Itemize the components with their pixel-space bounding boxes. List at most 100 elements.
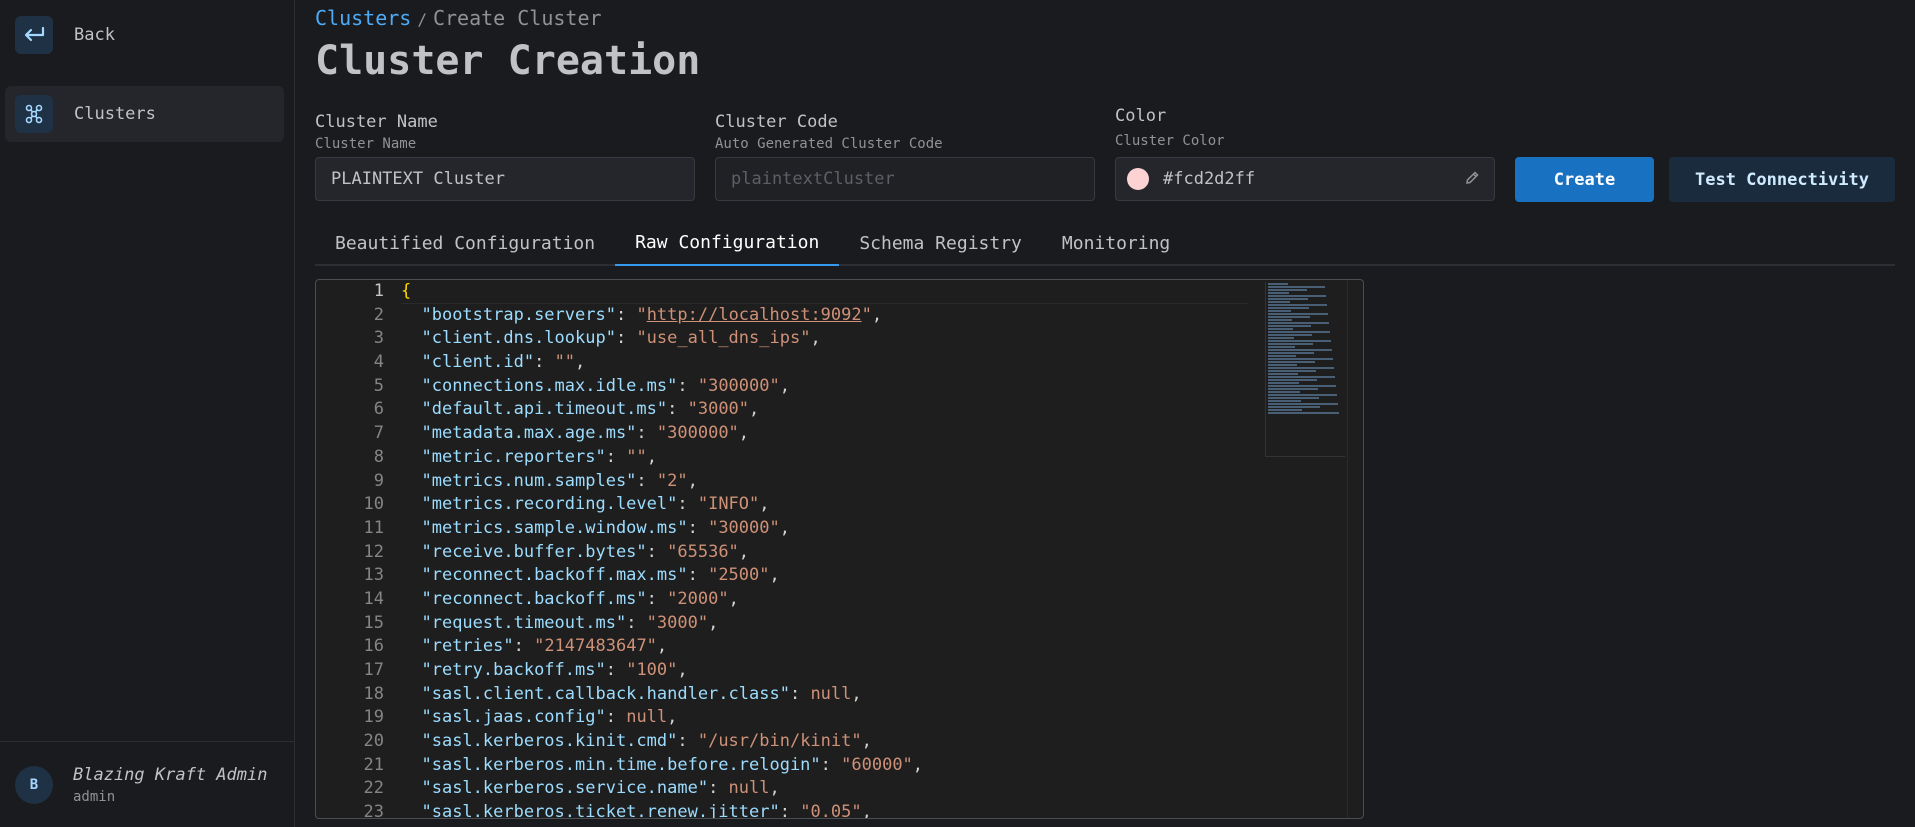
return-arrow-icon xyxy=(15,16,53,54)
config-key: "sasl.client.callback.handler.class" xyxy=(421,683,790,704)
comma: , xyxy=(677,660,688,680)
comma: , xyxy=(646,446,657,467)
comma: , xyxy=(708,612,719,633)
config-value: "INFO" xyxy=(697,494,760,515)
pencil-icon[interactable] xyxy=(1464,170,1480,191)
line-number: 22 xyxy=(363,778,384,799)
config-value: "" xyxy=(554,352,576,373)
colon: : xyxy=(667,399,688,420)
config-key: "request.timeout.ms" xyxy=(421,612,627,633)
minimap-line xyxy=(1268,406,1320,408)
line-number: 10 xyxy=(363,494,384,515)
comma: , xyxy=(738,541,750,562)
open-brace: { xyxy=(401,281,412,301)
line-number: 23 xyxy=(363,802,384,819)
line-number: 6 xyxy=(373,399,384,420)
config-value: "3000" xyxy=(687,399,750,420)
config-value: "2500" xyxy=(708,565,770,586)
sidebar: Back Clusters B Blazing Kraft Admin admi… xyxy=(0,0,295,827)
minimap-line xyxy=(1268,412,1339,414)
tab-raw-configuration[interactable]: Raw Configuration xyxy=(615,220,840,266)
line-number: 7 xyxy=(373,423,384,444)
config-value: "3000" xyxy=(646,612,709,633)
test-connectivity-button[interactable]: Test Connectivity xyxy=(1669,157,1895,202)
config-key: "reconnect.backoff.max.ms" xyxy=(421,565,688,586)
colon: : xyxy=(605,707,627,728)
config-key: "metric.reporters" xyxy=(421,446,606,467)
breadcrumb-link-clusters[interactable]: Clusters xyxy=(315,6,411,30)
minimap-line xyxy=(1268,361,1315,363)
breadcrumb-separator: / xyxy=(417,10,427,29)
config-value: "2" xyxy=(656,470,688,491)
config-key: "retries" xyxy=(421,636,514,657)
minimap-line xyxy=(1268,313,1328,315)
code-editor[interactable]: 1 2 3 4 5 6 7 8 9 10 11 12 13 14 15 16 17 18 19 20 21 22 23 { … xyxy=(315,279,1364,819)
minimap-line xyxy=(1268,397,1319,399)
line-number: 14 xyxy=(363,588,384,609)
code-line: "sasl.kerberos.ticket.renew.jitter": "0.… xyxy=(401,801,1248,818)
config-key: "metadata.max.age.ms" xyxy=(421,423,637,444)
minimap-line xyxy=(1268,376,1335,378)
avatar: B xyxy=(15,765,53,804)
config-value: "2147483647" xyxy=(534,636,657,657)
config-value: "use_all_dns_ips" xyxy=(636,328,811,349)
code-line: "metrics.num.samples": "2", xyxy=(401,470,1248,494)
minimap-line xyxy=(1268,331,1330,333)
line-number: 11 xyxy=(363,517,384,538)
back-button[interactable]: Back xyxy=(5,7,284,63)
minimap-line xyxy=(1268,307,1309,309)
minimap-line xyxy=(1268,349,1332,351)
quote: " xyxy=(636,304,647,325)
minimap-line xyxy=(1268,346,1295,348)
comma: , xyxy=(779,375,790,396)
scrollbar[interactable] xyxy=(1347,280,1363,818)
minimap-line xyxy=(1268,301,1290,303)
minimap-line xyxy=(1268,325,1311,327)
config-key: "reconnect.backoff.ms" xyxy=(421,588,647,609)
page-title: Cluster Creation xyxy=(315,38,701,84)
cluster-name-input[interactable]: PLAINTEXT Cluster xyxy=(315,157,695,201)
color-input[interactable]: #fcd2d2ff xyxy=(1115,157,1495,201)
config-key: "client.id" xyxy=(421,352,535,373)
colon: : xyxy=(605,660,627,680)
sidebar-item-clusters[interactable]: Clusters xyxy=(5,86,284,142)
config-key: "sasl.kerberos.service.name" xyxy=(421,778,709,799)
code-line: "sasl.kerberos.kinit.cmd": "/usr/bin/kin… xyxy=(401,730,1248,754)
minimap[interactable] xyxy=(1265,282,1345,457)
tab-beautified-configuration[interactable]: Beautified Configuration xyxy=(315,220,615,266)
minimap-line xyxy=(1268,328,1293,330)
tab-schema-registry[interactable]: Schema Registry xyxy=(839,220,1042,266)
cluster-code-field: Cluster Code Auto Generated Cluster Code xyxy=(715,112,943,152)
config-value: "300000" xyxy=(697,375,780,396)
config-value: null xyxy=(626,707,668,728)
code-line: "connections.max.idle.ms": "300000", xyxy=(401,375,1248,399)
back-label: Back xyxy=(74,25,115,45)
user-profile[interactable]: B Blazing Kraft Admin admin xyxy=(0,741,295,827)
colon: : xyxy=(687,565,709,586)
config-value: null xyxy=(810,683,852,704)
minimap-line xyxy=(1268,403,1338,405)
code-line: "retries": "2147483647", xyxy=(401,635,1248,659)
colon: : xyxy=(708,778,729,799)
line-number: 5 xyxy=(373,375,384,396)
minimap-line xyxy=(1268,358,1333,360)
color-field: Color Cluster Color xyxy=(1115,106,1225,149)
user-name: Blazing Kraft Admin xyxy=(73,764,268,785)
create-button[interactable]: Create xyxy=(1515,157,1654,202)
code-content[interactable]: { "bootstrap.servers": "http://localhost… xyxy=(401,280,1248,818)
cluster-name-label: Cluster Name xyxy=(315,112,438,132)
line-numbers: 1 2 3 4 5 6 7 8 9 10 11 12 13 14 15 16 17 18 19 20 21 22 23 xyxy=(316,280,396,818)
line-number: 4 xyxy=(373,352,384,373)
minimap-line xyxy=(1268,283,1288,285)
cluster-code-label: Cluster Code xyxy=(715,112,838,132)
code-line: "request.timeout.ms": "3000", xyxy=(401,612,1248,636)
color-swatch[interactable] xyxy=(1127,168,1149,190)
quote: " xyxy=(861,304,872,325)
tab-monitoring[interactable]: Monitoring xyxy=(1042,220,1190,266)
code-line: "reconnect.backoff.max.ms": "2500", xyxy=(401,564,1248,588)
